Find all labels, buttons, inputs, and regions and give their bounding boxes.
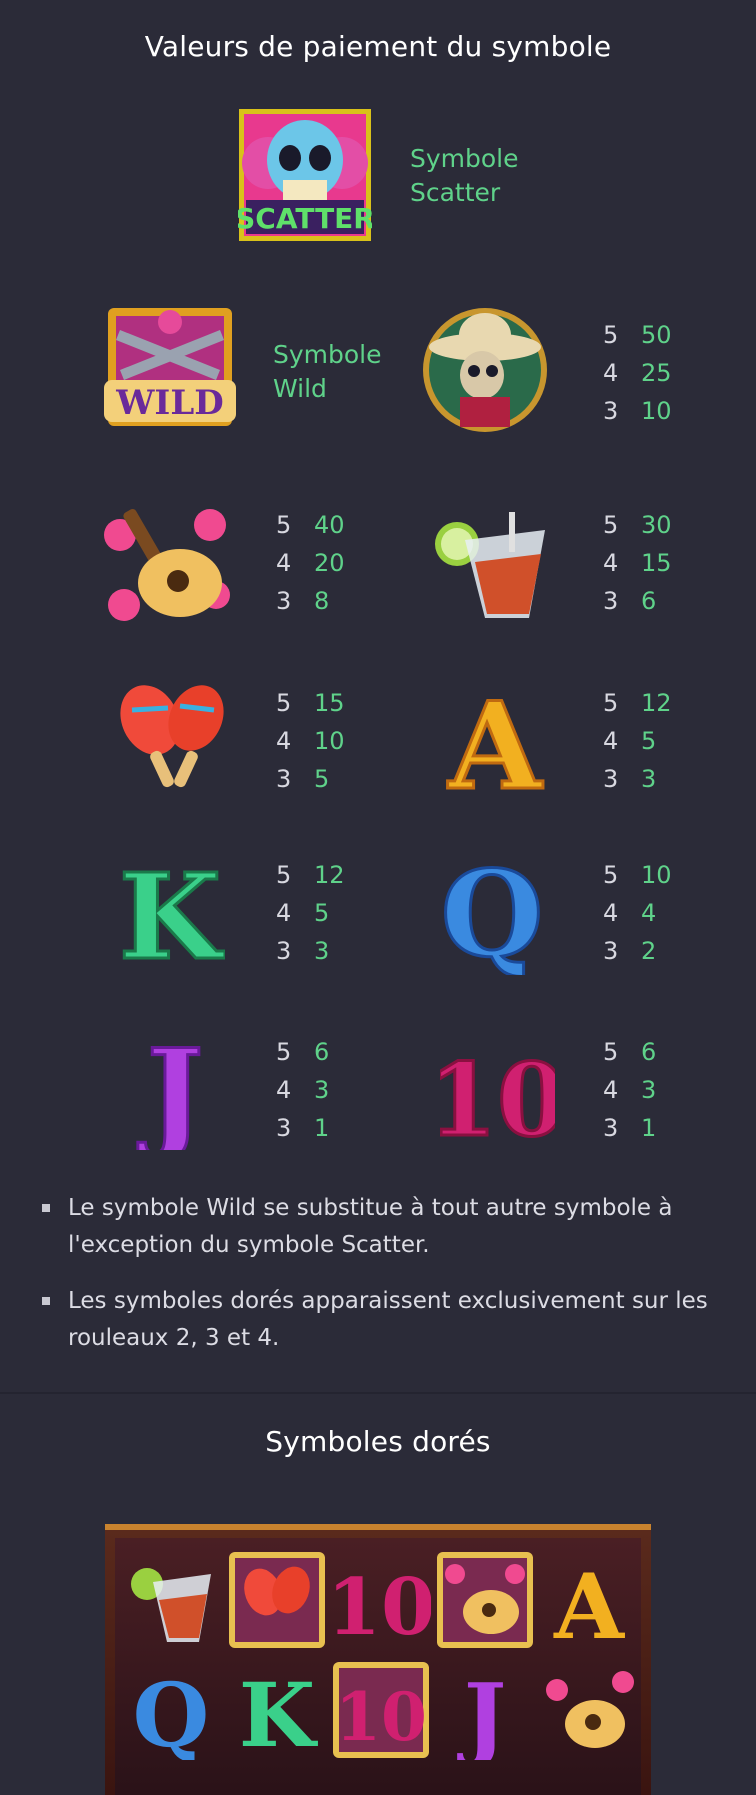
section-divider	[0, 1392, 756, 1394]
maracas-icon	[120, 685, 224, 788]
page-title: Valeurs de paiement du symbole	[144, 30, 612, 63]
svg-text:10: 10	[440, 1041, 555, 1150]
letter-k-icon: K	[117, 850, 225, 970]
svg-text:WILD: WILD	[115, 383, 223, 423]
reel-letter-k-icon: K	[239, 1663, 319, 1760]
reel-letter-j-icon: J	[457, 1664, 507, 1760]
svg-text:K: K	[239, 1663, 319, 1760]
rule-note-wild: Le symbole Wild se substitue à tout autr…	[42, 1190, 748, 1264]
svg-text:A: A	[447, 680, 543, 800]
reel-golden-ten-icon: 10	[333, 1662, 429, 1758]
golden-symbols-title: Symboles dorés	[265, 1425, 491, 1458]
paytable-q: 5 10 44 32	[603, 861, 672, 965]
letter-a-icon: A	[446, 680, 545, 800]
wild-label-line2: Wild	[273, 374, 327, 403]
svg-text:Q: Q	[133, 1663, 210, 1760]
letter-q-icon: Q	[440, 850, 545, 975]
number-ten-icon: 10	[440, 1040, 555, 1151]
mariachi-skeleton-icon	[423, 308, 547, 432]
svg-text:Q: Q	[441, 850, 544, 975]
letter-j-icon: J	[136, 1025, 205, 1150]
svg-text:SCATTER: SCATTER	[238, 202, 372, 235]
tequila-drink-icon	[435, 512, 545, 618]
paytable-10: 56 43 31	[603, 1038, 657, 1142]
bullet-icon	[42, 1297, 50, 1305]
reel-ten-icon: 10	[331, 1562, 431, 1650]
reel-drink-icon	[131, 1568, 211, 1642]
wild-label-line1: Symbole	[273, 340, 382, 369]
wild-pistols-icon: WILD	[104, 308, 236, 426]
paytable-j: 56 43 31	[276, 1038, 330, 1142]
svg-text:K: K	[119, 850, 225, 970]
reel-golden-guitar-icon	[437, 1552, 533, 1648]
svg-text:J: J	[457, 1664, 507, 1760]
paytable-k: 5 12 45 33	[276, 861, 345, 965]
svg-text:J: J	[138, 1025, 204, 1150]
reel-letter-a-icon: A	[553, 1554, 625, 1650]
reel-preview: 10 A Q K 10 J	[105, 1524, 651, 1795]
paytable-mariachi: 5 50 4 25 3 10	[603, 321, 672, 425]
svg-text:10: 10	[331, 1562, 431, 1650]
paytable-guitar: 5 40 4 20 38	[276, 511, 345, 615]
guitar-roses-icon	[104, 508, 230, 621]
scatter-skull-icon: SCATTER	[238, 109, 372, 241]
paytable-a: 5 12 45 33	[603, 689, 672, 793]
reel-letter-q-icon: Q	[133, 1663, 210, 1760]
bullet-icon	[42, 1204, 50, 1212]
rule-note-golden: Les symboles dorés apparaissent exclusiv…	[42, 1283, 748, 1357]
reel-grid: 10 A Q K 10 J	[115, 1538, 641, 1795]
paytable-maracas: 5 15 4 10 35	[276, 689, 345, 793]
svg-text:A: A	[553, 1554, 625, 1650]
scatter-label-line2: Scatter	[410, 178, 501, 207]
scatter-label-line1: Symbole	[410, 144, 519, 173]
reel-golden-maracas-icon	[229, 1552, 325, 1648]
reel-guitar-icon	[546, 1671, 634, 1748]
paytable-drink: 5 30 4 15 36	[603, 511, 672, 615]
svg-text:10: 10	[335, 1678, 427, 1756]
